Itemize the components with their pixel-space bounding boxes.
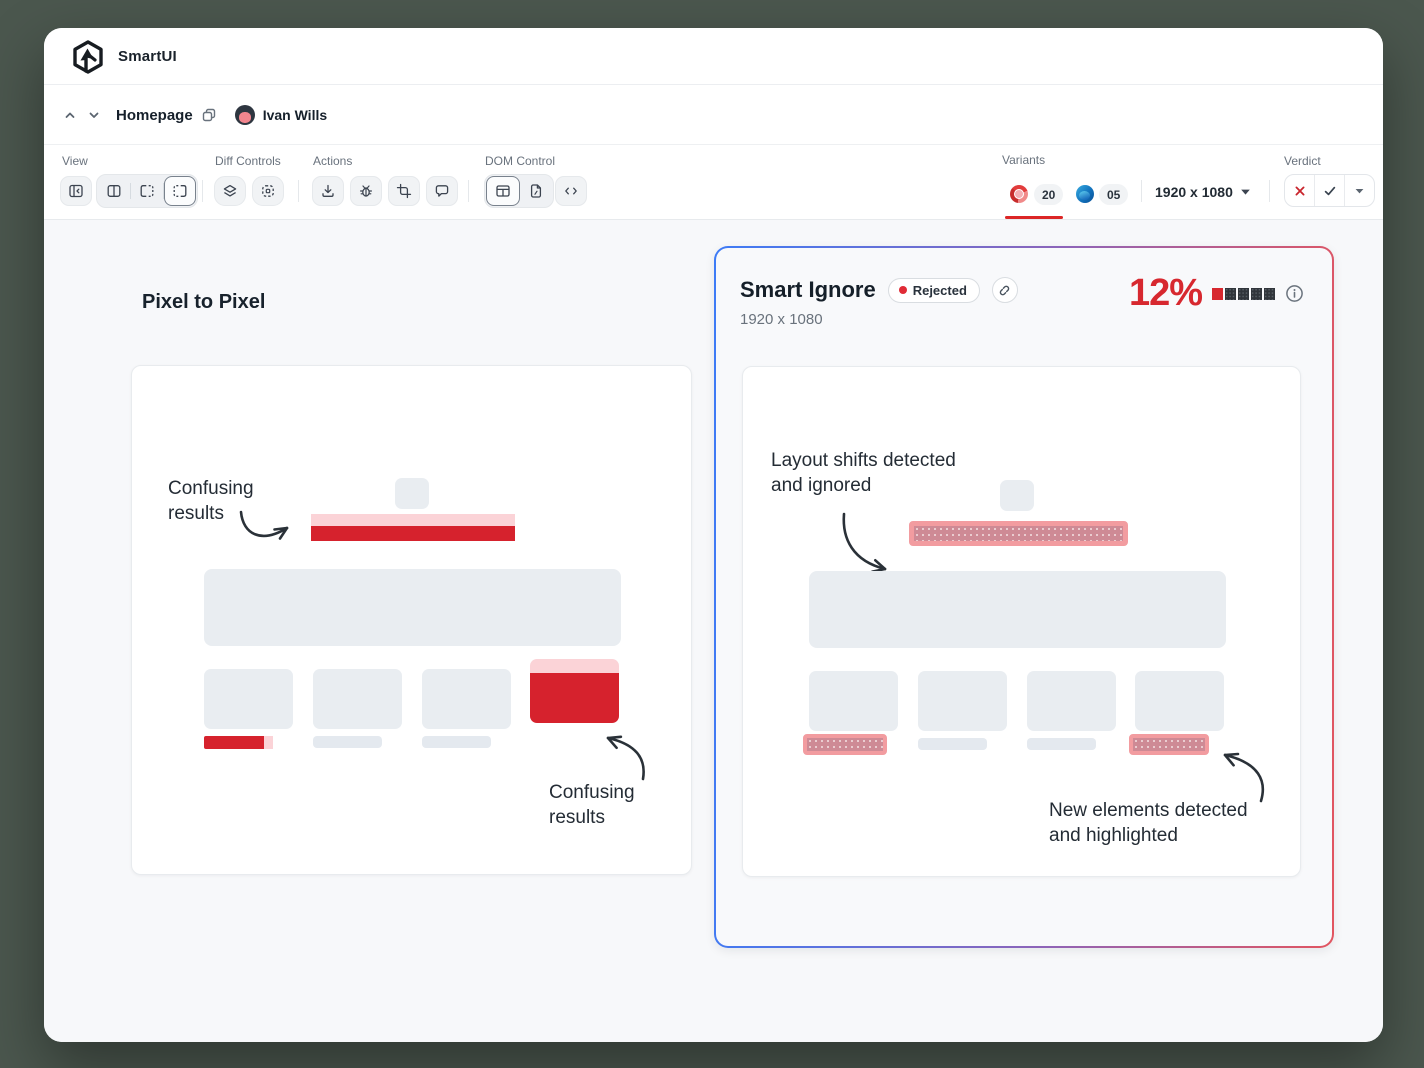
diff-bar-1 (204, 736, 273, 749)
copy-icon[interactable] (201, 107, 217, 123)
mock-hero (809, 571, 1226, 648)
pixel-to-pixel-screenshot: Confusing results Confusing results (131, 365, 692, 875)
new-element-highlight-2 (1129, 734, 1209, 755)
left-panel-title: Pixel to Pixel (142, 291, 266, 313)
mock-card-2 (313, 669, 402, 729)
status-dot (898, 286, 907, 294)
actions-section-label: Actions (313, 154, 353, 168)
app-title: SmartUI (118, 48, 177, 65)
arrow-to-diff-card (606, 735, 645, 781)
table-view-button[interactable] (486, 176, 520, 206)
arrow-to-diff-band (239, 510, 289, 540)
dom-mode-group (484, 174, 554, 208)
edge-icon (1076, 185, 1094, 203)
split-left-dashed-button[interactable] (164, 176, 196, 206)
layers-button[interactable] (214, 176, 246, 206)
mock-card-2 (918, 671, 1007, 731)
avatar (234, 105, 255, 125)
smart-ignore-panel: Smart Ignore Rejected 1920 x 1080 12% La… (714, 246, 1334, 948)
status-badge: Rejected (887, 277, 980, 303)
comment-button[interactable] (426, 176, 458, 206)
info-icon[interactable] (1285, 284, 1304, 303)
verdict-section-label: Verdict (1284, 154, 1321, 168)
view-mode-group (96, 174, 198, 208)
mock-logo (1000, 480, 1034, 511)
ignored-region-highlight (909, 521, 1128, 546)
reject-button[interactable] (1285, 175, 1314, 206)
mock-bar-3 (1027, 738, 1096, 750)
resolution-dropdown[interactable]: 1920 x 1080 (1155, 184, 1251, 200)
app-header: SmartUI (44, 28, 1383, 85)
chrome-icon (1010, 185, 1028, 203)
mismatch-severity-blocks (1212, 287, 1275, 300)
mock-bar-2 (918, 738, 987, 750)
mock-card-4-diff-body (530, 673, 619, 723)
selected-variant-underline (1005, 216, 1063, 219)
bug-button[interactable] (350, 176, 382, 206)
mismatch-percentage: 12% (1128, 272, 1203, 314)
approve-button[interactable] (1315, 175, 1344, 206)
view-section-label: View (62, 154, 88, 168)
mock-card-3 (422, 669, 511, 729)
link-icon[interactable] (991, 277, 1018, 303)
diff-bar-1-tip (264, 736, 273, 749)
annotation-confusing-bottom: Confusing results (549, 782, 635, 828)
diff-band-red (311, 526, 515, 541)
mock-card-1 (809, 671, 898, 731)
mock-card-3 (1027, 671, 1116, 731)
crop-button[interactable] (388, 176, 420, 206)
next-screenshot-button[interactable] (86, 107, 102, 123)
screenshot-title: Homepage (116, 106, 193, 124)
smart-ignore-screenshot: Layout shifts detected and ignored New e… (742, 366, 1301, 877)
file-code-button[interactable] (520, 176, 552, 206)
split-view-button[interactable] (98, 176, 130, 206)
mock-bar-3 (422, 736, 491, 748)
mock-hero (204, 569, 621, 646)
download-button[interactable] (312, 176, 344, 206)
code-button[interactable] (555, 176, 587, 206)
resolution-value: 1920 x 1080 (1155, 184, 1233, 200)
verdict-group (1284, 174, 1375, 207)
smartui-logo-icon (70, 39, 106, 75)
chrome-variant-count[interactable]: 20 (1034, 184, 1064, 205)
dom-section-label: DOM Control (485, 154, 556, 168)
right-panel-title: Smart Ignore (740, 277, 876, 302)
arrow-to-new-element (1223, 752, 1265, 803)
variants-section-label: Variants (1002, 153, 1046, 167)
mock-card-4 (1135, 671, 1224, 731)
new-element-highlight-1 (803, 734, 887, 755)
right-panel-resolution: 1920 x 1080 (740, 311, 823, 328)
chevron-down-icon (1241, 189, 1250, 195)
panel-collapse-button[interactable] (60, 176, 92, 206)
toolbar: View Diff Controls Actions DOM Control V… (44, 145, 1383, 220)
annotation-layout-shifts: Layout shifts detected and ignored (771, 450, 956, 496)
mock-card-1 (204, 669, 293, 729)
diff-band-pink (311, 514, 515, 526)
mock-bar-2 (313, 736, 382, 748)
edge-variant-count[interactable]: 05 (1099, 184, 1129, 205)
arrow-to-ignored-region (842, 512, 887, 573)
verdict-more-button[interactable] (1345, 175, 1374, 206)
screenshot-nav-row: Homepage Ivan Wills (44, 85, 1383, 145)
split-right-dashed-button[interactable] (131, 176, 163, 206)
focus-region-button[interactable] (252, 176, 284, 206)
mock-logo (395, 478, 429, 509)
prev-screenshot-button[interactable] (62, 107, 78, 123)
annotation-new-elements: New elements detected and highlighted (1049, 800, 1248, 846)
diff-section-label: Diff Controls (215, 154, 281, 168)
user-name: Ivan Wills (262, 107, 328, 123)
